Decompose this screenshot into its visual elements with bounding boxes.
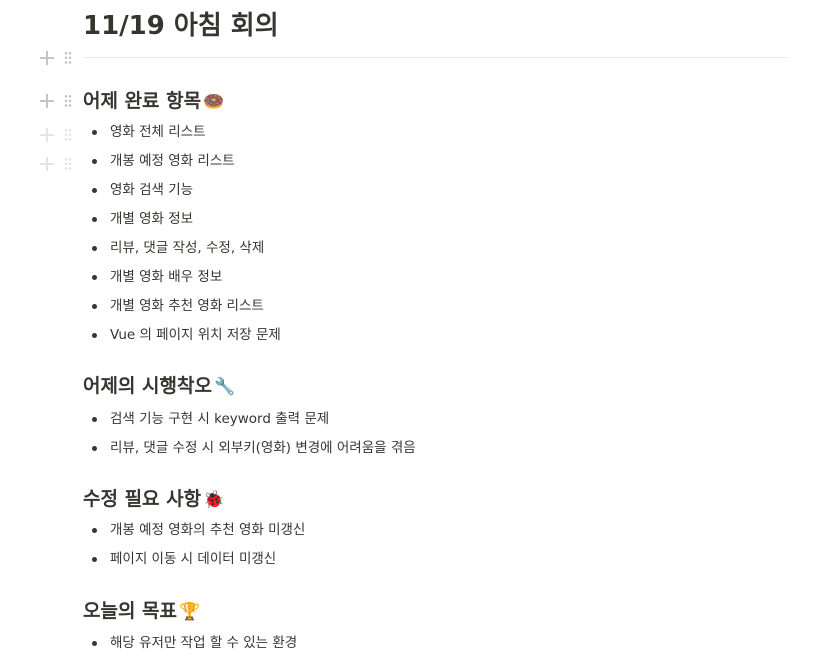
list-item-handle[interactable]: [39, 125, 75, 145]
list-item-text: 개봉 예정 영화 리스트: [110, 153, 235, 169]
section-heading-needs-fix[interactable]: 수정 필요 사항 🐞: [83, 486, 224, 513]
drag-handle-icon[interactable]: [64, 157, 72, 171]
plus-icon[interactable]: [39, 127, 55, 143]
section-heading-todays-goal[interactable]: 오늘의 목표 🏆: [83, 598, 200, 625]
list-item[interactable]: 리뷰, 댓글 작성, 수정, 삭제: [92, 234, 281, 263]
needs-fix-list: 개봉 예정 영화의 추천 영화 미갱신 페이지 이동 시 데이터 미갱신: [92, 516, 305, 574]
donut-icon: 🍩: [203, 92, 225, 112]
bullet-icon: [92, 304, 97, 309]
trial-and-error-list: 검색 기능 구현 시 keyword 출력 문제 리뷰, 댓글 수정 시 외부키…: [92, 405, 416, 463]
divider-block-handle[interactable]: [39, 48, 75, 68]
list-item-text: 해당 유저만 작업 할 수 있는 환경: [110, 635, 298, 651]
list-item[interactable]: 영화 전체 리스트: [92, 118, 281, 147]
section-heading-completed[interactable]: 어제 완료 항목 🍩: [83, 88, 224, 115]
completed-items-list: 영화 전체 리스트 개봉 예정 영화 리스트 영화 검색 기능 개별 영화 정보…: [92, 118, 281, 350]
drag-handle-icon[interactable]: [64, 94, 72, 108]
section-heading-trial-and-error[interactable]: 어제의 시행착오 🔧: [83, 373, 235, 400]
list-item[interactable]: 영화 검색 기능: [92, 176, 281, 205]
list-item-text: 페이지 이동 시 데이터 미갱신: [110, 551, 277, 567]
heading-block-handle[interactable]: [39, 91, 75, 111]
list-item[interactable]: 페이지 이동 시 데이터 미갱신: [92, 545, 305, 574]
heading-text: 수정 필요 사항: [83, 488, 202, 510]
wrench-icon: 🔧: [213, 377, 236, 397]
list-item-text: 개봉 예정 영화의 추천 영화 미갱신: [110, 522, 306, 538]
list-item[interactable]: 개별 영화 배우 정보: [92, 263, 281, 292]
plus-icon[interactable]: [39, 50, 55, 66]
bug-icon: 🐞: [203, 490, 225, 510]
list-item[interactable]: 리뷰, 댓글 수정 시 외부키(영화) 변경에 어려움을 겪음: [92, 434, 416, 463]
list-item-text: Vue 의 페이지 위치 저장 문제: [110, 327, 281, 343]
bullet-icon: [92, 130, 97, 135]
list-item-text: 개별 영화 배우 정보: [110, 269, 223, 285]
bullet-icon: [92, 217, 97, 222]
list-item-text: 리뷰, 댓글 수정 시 외부키(영화) 변경에 어려움을 겪음: [110, 440, 416, 456]
bullet-icon: [92, 641, 97, 646]
drag-handle-icon[interactable]: [64, 51, 72, 65]
plus-icon[interactable]: [39, 156, 55, 172]
drag-handle-icon[interactable]: [64, 128, 72, 142]
heading-text: 오늘의 목표: [83, 600, 178, 622]
bullet-icon: [92, 159, 97, 164]
heading-text: 어제 완료 항목: [83, 90, 202, 112]
list-item-handle[interactable]: [39, 154, 75, 174]
heading-text: 어제의 시행착오: [83, 375, 212, 397]
list-item[interactable]: 개봉 예정 영화 리스트: [92, 147, 281, 176]
list-item-text: 영화 검색 기능: [110, 182, 194, 198]
bullet-icon: [92, 275, 97, 280]
bullet-icon: [92, 417, 97, 422]
list-item[interactable]: 개봉 예정 영화의 추천 영화 미갱신: [92, 516, 305, 545]
list-item[interactable]: 개별 영화 정보: [92, 205, 281, 234]
todays-goal-list: 해당 유저만 작업 할 수 있는 환경: [92, 629, 297, 658]
bullet-icon: [92, 333, 97, 338]
bullet-icon: [92, 188, 97, 193]
list-item-text: 개별 영화 추천 영화 리스트: [110, 298, 264, 314]
list-item[interactable]: Vue 의 페이지 위치 저장 문제: [92, 321, 281, 350]
list-item-text: 개별 영화 정보: [110, 211, 194, 227]
list-item[interactable]: 해당 유저만 작업 할 수 있는 환경: [92, 629, 297, 658]
list-item-text: 검색 기능 구현 시 keyword 출력 문제: [110, 411, 330, 427]
list-item-text: 리뷰, 댓글 작성, 수정, 삭제: [110, 240, 265, 256]
list-item-text: 영화 전체 리스트: [110, 124, 206, 140]
bullet-icon: [92, 528, 97, 533]
plus-icon[interactable]: [39, 93, 55, 109]
trophy-icon: 🏆: [179, 602, 201, 622]
list-item[interactable]: 개별 영화 추천 영화 리스트: [92, 292, 281, 321]
bullet-icon: [92, 246, 97, 251]
page-title[interactable]: 11/19 아침 회의: [83, 8, 279, 44]
bullet-icon: [92, 446, 97, 451]
bullet-icon: [92, 557, 97, 562]
divider: [83, 57, 788, 58]
list-item[interactable]: 검색 기능 구현 시 keyword 출력 문제: [92, 405, 416, 434]
